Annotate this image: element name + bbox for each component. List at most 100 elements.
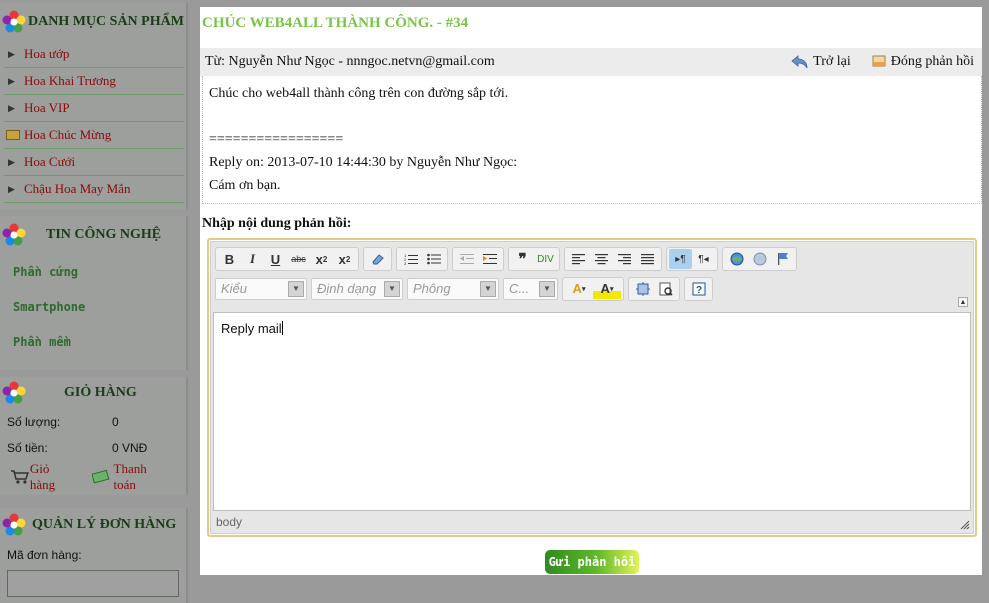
category-label: Hoa Khai Trương (24, 73, 116, 88)
blockquote-icon[interactable]: ❞ (511, 249, 534, 269)
maximize-icon[interactable] (631, 279, 654, 299)
bullet-list-icon[interactable] (422, 249, 445, 269)
tech-item-phan-cung[interactable]: Phần cứng (0, 254, 186, 289)
send-reply-button[interactable]: Gửi phản hồi (545, 550, 639, 574)
clear-format-group (363, 247, 392, 271)
format-combo[interactable]: Định dạng ▼ (311, 277, 403, 300)
from-actions: Trở lại Đóng phản hồi (771, 54, 974, 70)
page-title: CHÚC WEB4ALL THÀNH CÔNG. - #34 (202, 15, 469, 31)
category-item-hoa-khai-truong[interactable]: ▶ Hoa Khai Trương (4, 68, 184, 95)
font-combo[interactable]: Phông ▼ (407, 277, 499, 300)
bullet-icon: ▶ (8, 156, 15, 167)
back-label: Trở lại (813, 54, 851, 69)
outdent-icon[interactable] (455, 249, 478, 269)
cart-link-label: Giỏ hàng (29, 461, 56, 492)
category-item-hoa-cuoi[interactable]: ▶ Hoa Cưới (4, 149, 184, 176)
cart-amount-value: 0 VNĐ (112, 441, 148, 455)
flower-icon (2, 513, 26, 536)
chevron-down-icon: ▼ (288, 280, 304, 297)
size-combo-value: C... (509, 281, 530, 296)
category-title: DANH MỤC SẢN PHẨM (28, 14, 184, 29)
collapse-toolbar-icon[interactable]: ▲ (958, 297, 968, 307)
size-combo[interactable]: C... ▼ (503, 277, 558, 300)
unlink-icon[interactable] (748, 249, 771, 269)
anchor-flag-icon[interactable] (771, 249, 794, 269)
rtl-direction-icon[interactable]: ¶◂ (692, 249, 715, 269)
order-code-input[interactable] (7, 570, 179, 597)
superscript-button[interactable]: x2 (333, 249, 356, 269)
subscript-button[interactable]: x2 (310, 249, 333, 269)
back-button[interactable]: Trở lại (791, 54, 851, 70)
tools-group (628, 276, 680, 301)
orders-box: QUẢN LÝ ĐƠN HÀNG Mã đơn hàng: (0, 508, 188, 603)
order-code-label: Mã đơn hàng: (7, 548, 82, 562)
reply-label: Nhập nội dung phản hồi: (202, 216, 352, 231)
eraser-icon[interactable] (366, 249, 389, 269)
cart-box: GIỎ HÀNG Số lượng: 0 Số tiền: 0 VNĐ Giỏ … (0, 377, 188, 495)
shopping-cart-icon (10, 470, 29, 484)
align-center-icon[interactable] (590, 249, 613, 269)
div-container-icon[interactable]: DIV (534, 249, 557, 269)
close-reply-label: Đóng phản hồi (890, 54, 974, 69)
cart-quantity-row: Số lượng: 0 (0, 409, 186, 435)
cart-amount-label: Số tiền: (7, 441, 48, 455)
editor-content-area[interactable]: Reply mail (213, 312, 971, 511)
italic-button[interactable]: I (241, 249, 264, 269)
chevron-down-icon: ▼ (480, 280, 496, 297)
orders-header: QUẢN LÝ ĐƠN HÀNG (0, 508, 186, 542)
style-combo[interactable]: Kiểu ▼ (215, 277, 307, 300)
tech-box: TIN CÔNG NGHỆ Phần cứng Smartphone Phần … (0, 216, 188, 370)
show-blocks-icon[interactable] (654, 279, 677, 299)
close-reply-button[interactable]: Đóng phản hồi (871, 54, 974, 70)
tech-item-smartphone[interactable]: Smartphone (0, 289, 186, 324)
align-right-icon[interactable] (613, 249, 636, 269)
help-icon[interactable]: ? (687, 279, 710, 299)
back-arrow-icon (791, 55, 808, 69)
category-item-hoa-chuc-mung[interactable]: Hoa Chúc Mừng (4, 122, 184, 149)
tech-item-phan-mem[interactable]: Phần mềm (0, 324, 186, 359)
category-item-chau-hoa[interactable]: ▶ Chậu Hoa May Mắn (4, 176, 184, 203)
inbox-icon (872, 55, 886, 67)
numbered-list-icon[interactable]: 123 (399, 249, 422, 269)
editor-status-path: body (216, 515, 243, 529)
svg-text:3: 3 (404, 261, 407, 265)
list-group: 123 (396, 247, 448, 271)
strikethrough-button[interactable]: abc (287, 249, 310, 269)
indent-group (452, 247, 504, 271)
category-label: Hoa VIP (24, 100, 70, 115)
style-combo-value: Kiểu (221, 281, 248, 296)
svg-text:?: ? (696, 285, 702, 296)
link-icon[interactable] (725, 249, 748, 269)
block-group: ❞ DIV (508, 247, 560, 271)
cart-quantity-label: Số lượng: (7, 415, 61, 429)
text-color-icon[interactable]: A ▾ (565, 279, 593, 299)
ltr-direction-icon[interactable]: ▸¶ (669, 249, 692, 269)
category-item-hoa-uop[interactable]: ▶ Hoa ướp (4, 41, 184, 68)
bold-button[interactable]: B (218, 249, 241, 269)
cart-quantity-value: 0 (112, 415, 119, 429)
align-justify-icon[interactable] (636, 249, 659, 269)
text-caret (281, 321, 283, 335)
checkout-link-label: Thanh toán (113, 461, 147, 492)
checkout-link[interactable]: Thanh toán (91, 461, 172, 493)
cart-header: GIỎ HÀNG (0, 377, 186, 409)
cart-link[interactable]: Giỏ hàng (10, 461, 78, 493)
resize-grip-icon[interactable] (960, 520, 970, 530)
chevron-down-icon: ▼ (539, 280, 555, 297)
toolbar-row-1: B I U abc x2 x2 123 ❞ DIV ▸¶ ¶◂ (211, 242, 973, 273)
indent-icon[interactable] (478, 249, 501, 269)
cart-amount-row: Số tiền: 0 VNĐ (0, 435, 186, 461)
background-color-icon[interactable]: A ▾ (593, 278, 621, 299)
category-box: DANH MỤC SẢN PHẨM ▶ Hoa ướp ▶ Hoa Khai T… (0, 3, 188, 209)
folder-icon (6, 130, 20, 140)
from-line: Từ: Nguyễn Như Ngọc - nnngoc.netvn@gmail… (205, 54, 495, 69)
align-left-icon[interactable] (567, 249, 590, 269)
bullet-icon: ▶ (8, 75, 15, 86)
underline-button[interactable]: U (264, 249, 287, 269)
category-item-hoa-vip[interactable]: ▶ Hoa VIP (4, 95, 184, 122)
category-header: DANH MỤC SẢN PHẨM (0, 3, 186, 41)
bullet-icon: ▶ (8, 48, 15, 59)
bullet-icon: ▶ (8, 183, 15, 194)
category-label: Hoa ướp (24, 46, 70, 61)
cart-title: GIỎ HÀNG (64, 385, 137, 400)
